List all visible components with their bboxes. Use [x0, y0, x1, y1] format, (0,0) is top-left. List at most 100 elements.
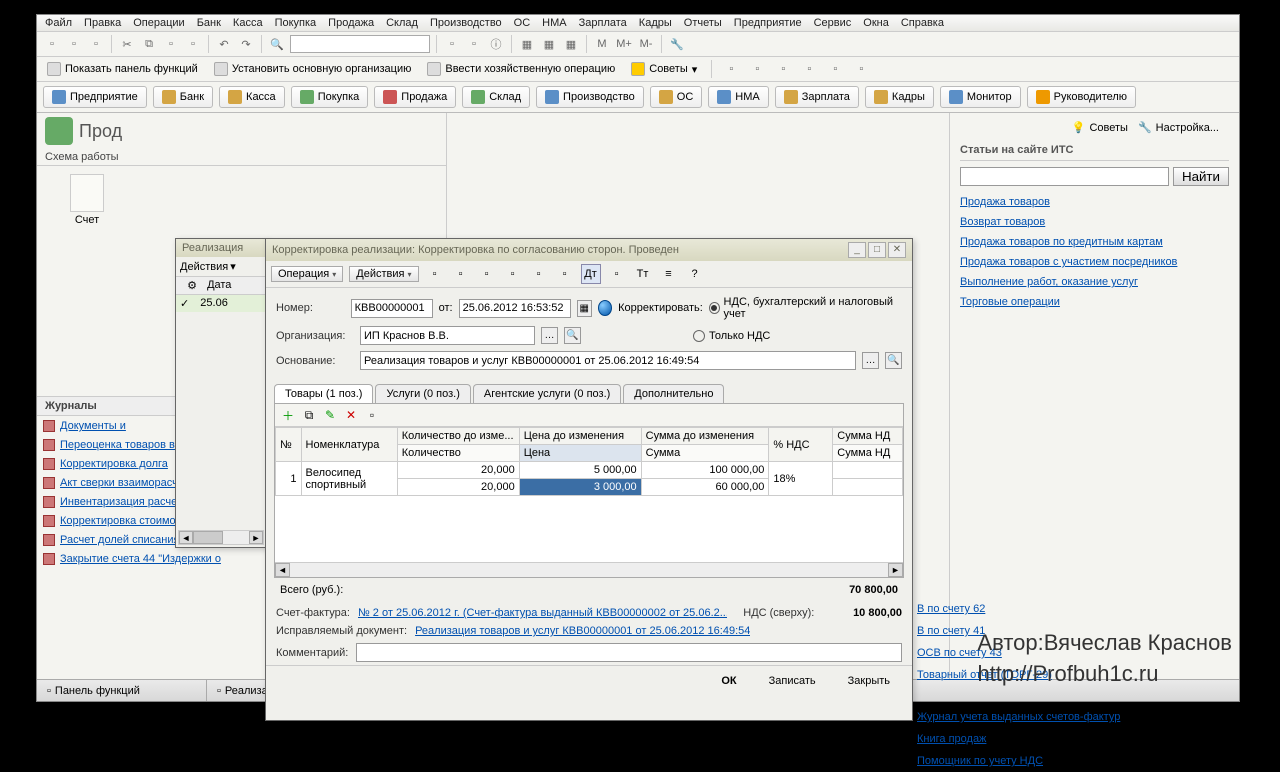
date-input[interactable] — [459, 299, 571, 318]
grid2-icon[interactable]: ▦ — [540, 35, 558, 53]
tb-icon[interactable]: ▫ — [503, 264, 523, 284]
section-sale[interactable]: Продажа — [374, 86, 456, 108]
wrench-icon[interactable]: 🔧 — [668, 35, 686, 53]
org-search-icon[interactable]: 🔍 — [564, 327, 581, 344]
paste-icon[interactable]: ▫ — [162, 35, 180, 53]
ex2-icon[interactable]: ▫ — [748, 60, 766, 78]
ex6-icon[interactable]: ▫ — [852, 60, 870, 78]
ex5-icon[interactable]: ▫ — [826, 60, 844, 78]
menu-service[interactable]: Сервис — [814, 17, 852, 29]
its-link[interactable]: Возврат товаров — [960, 212, 1229, 232]
settings-link[interactable]: 🔧 Настройка... — [1138, 121, 1219, 134]
operation-dropdown[interactable]: Операция — [271, 266, 343, 282]
its-link[interactable]: Продажа товаров по кредитным картам — [960, 232, 1229, 252]
org-select-icon[interactable]: … — [541, 327, 558, 344]
menu-reports[interactable]: Отчеты — [684, 17, 722, 29]
more-icon[interactable]: ▫ — [363, 406, 381, 424]
menu-edit[interactable]: Правка — [84, 17, 121, 29]
tb-icon[interactable]: ▫ — [529, 264, 549, 284]
copy-icon[interactable]: ⧉ — [140, 35, 158, 53]
menu-nma[interactable]: НМА — [542, 17, 566, 29]
minimize-button[interactable]: _ — [848, 242, 866, 258]
tb-icon[interactable]: ▫ — [607, 264, 627, 284]
section-nma[interactable]: НМА — [708, 86, 768, 108]
menu-operations[interactable]: Операции — [133, 17, 184, 29]
schema-item-schet[interactable]: Счет — [57, 174, 117, 226]
menu-purchase[interactable]: Покупка — [275, 17, 317, 29]
section-kassa[interactable]: Касса — [219, 86, 285, 108]
mminus-icon[interactable]: M- — [637, 35, 655, 53]
section-monitor[interactable]: Монитор — [940, 86, 1021, 108]
its-link[interactable]: Продажа товаров — [960, 192, 1229, 212]
status-tab-panel[interactable]: ▫Панель функций — [37, 680, 207, 701]
tab-extra[interactable]: Дополнительно — [623, 384, 724, 403]
grid-h-scrollbar[interactable]: ◄► — [275, 562, 903, 577]
table-row[interactable]: 1 Велосипед спортивный 20,000 5 000,00 1… — [276, 462, 903, 479]
calendar-icon[interactable]: ▫ — [465, 35, 483, 53]
section-enterprise[interactable]: Предприятие — [43, 86, 147, 108]
radio-nds-full[interactable]: НДС, бухгалтерский и налоговый учет — [709, 296, 894, 320]
base-input[interactable] — [360, 351, 856, 370]
its-link[interactable]: Выполнение работ, оказание услуг — [960, 272, 1229, 292]
partial-link[interactable]: В по счету 62 — [917, 598, 949, 620]
tab-agent[interactable]: Агентские услуги (0 поз.) — [473, 384, 621, 403]
section-production[interactable]: Производство — [536, 86, 644, 108]
set-org-button[interactable]: Установить основную организацию — [210, 60, 416, 78]
its-link[interactable]: Торговые операции — [960, 292, 1229, 312]
actions-dropdown[interactable]: Действия — [349, 266, 418, 282]
sf-link[interactable]: № 2 от 25.06.2012 г. (Счет-фактура выдан… — [358, 607, 727, 619]
tb-icon[interactable]: ≡ — [659, 264, 679, 284]
cut-icon[interactable]: ✂ — [118, 35, 136, 53]
tab-goods[interactable]: Товары (1 поз.) — [274, 384, 373, 403]
help-icon[interactable]: ? — [685, 264, 705, 284]
partial-link[interactable]: В по счету 41 — [917, 620, 949, 642]
menu-bank[interactable]: Банк — [197, 17, 221, 29]
tb-icon-active[interactable]: Дт — [581, 264, 601, 284]
ex4-icon[interactable]: ▫ — [800, 60, 818, 78]
m-icon[interactable]: M — [593, 35, 611, 53]
its-find-button[interactable]: Найти — [1173, 167, 1229, 186]
show-panel-button[interactable]: Показать панель функций — [43, 60, 202, 78]
base-search-icon[interactable]: 🔍 — [885, 352, 902, 369]
comment-input[interactable] — [356, 643, 902, 662]
calendar-picker-icon[interactable]: ▦ — [577, 300, 592, 317]
search-combo[interactable] — [290, 35, 430, 53]
menu-production[interactable]: Производство — [430, 17, 502, 29]
new-icon[interactable]: ▫ — [43, 35, 61, 53]
globe-icon[interactable] — [598, 300, 612, 316]
tb-icon[interactable]: ▫ — [451, 264, 471, 284]
close-dialog-button[interactable]: Закрыть — [836, 672, 902, 690]
undo-icon[interactable]: ↶ — [215, 35, 233, 53]
org-input[interactable] — [360, 326, 535, 345]
maximize-button[interactable]: □ — [868, 242, 886, 258]
delete-row-icon[interactable]: ✕ — [342, 406, 360, 424]
section-manager[interactable]: Руководителю — [1027, 86, 1136, 108]
ok-button[interactable]: ОК — [709, 672, 748, 690]
partial-link[interactable]: ОСВ по счету 43 — [917, 642, 949, 664]
section-salary[interactable]: Зарплата — [775, 86, 859, 108]
section-os[interactable]: ОС — [650, 86, 703, 108]
save-button[interactable]: Записать — [757, 672, 828, 690]
h-scrollbar[interactable]: ◄► — [178, 530, 264, 545]
calc-icon[interactable]: ▫ — [443, 35, 461, 53]
its-search-input[interactable] — [960, 167, 1169, 186]
menu-sale[interactable]: Продажа — [328, 17, 374, 29]
partial-link[interactable]: Журнал учета выданных счетов-фактур — [917, 706, 949, 728]
add-row-icon[interactable]: ＋ — [279, 406, 297, 424]
its-link[interactable]: Продажа товаров с участием посредников — [960, 252, 1229, 272]
menu-salary[interactable]: Зарплата — [579, 17, 627, 29]
base-select-icon[interactable]: … — [862, 352, 879, 369]
search-icon[interactable]: 🔍 — [268, 35, 286, 53]
menu-kassa[interactable]: Касса — [233, 17, 263, 29]
menu-file[interactable]: Файл — [45, 17, 72, 29]
tb-icon[interactable]: ▫ — [425, 264, 445, 284]
tips-button[interactable]: Советы ▾ — [627, 60, 701, 78]
grid-icon[interactable]: ▦ — [518, 35, 536, 53]
ex1-icon[interactable]: ▫ — [722, 60, 740, 78]
redo-icon[interactable]: ↷ — [237, 35, 255, 53]
menu-help[interactable]: Справка — [901, 17, 944, 29]
grid3-icon[interactable]: ▦ — [562, 35, 580, 53]
menu-stock[interactable]: Склад — [386, 17, 418, 29]
tb-icon[interactable]: ▫ — [477, 264, 497, 284]
menu-windows[interactable]: Окна — [863, 17, 889, 29]
